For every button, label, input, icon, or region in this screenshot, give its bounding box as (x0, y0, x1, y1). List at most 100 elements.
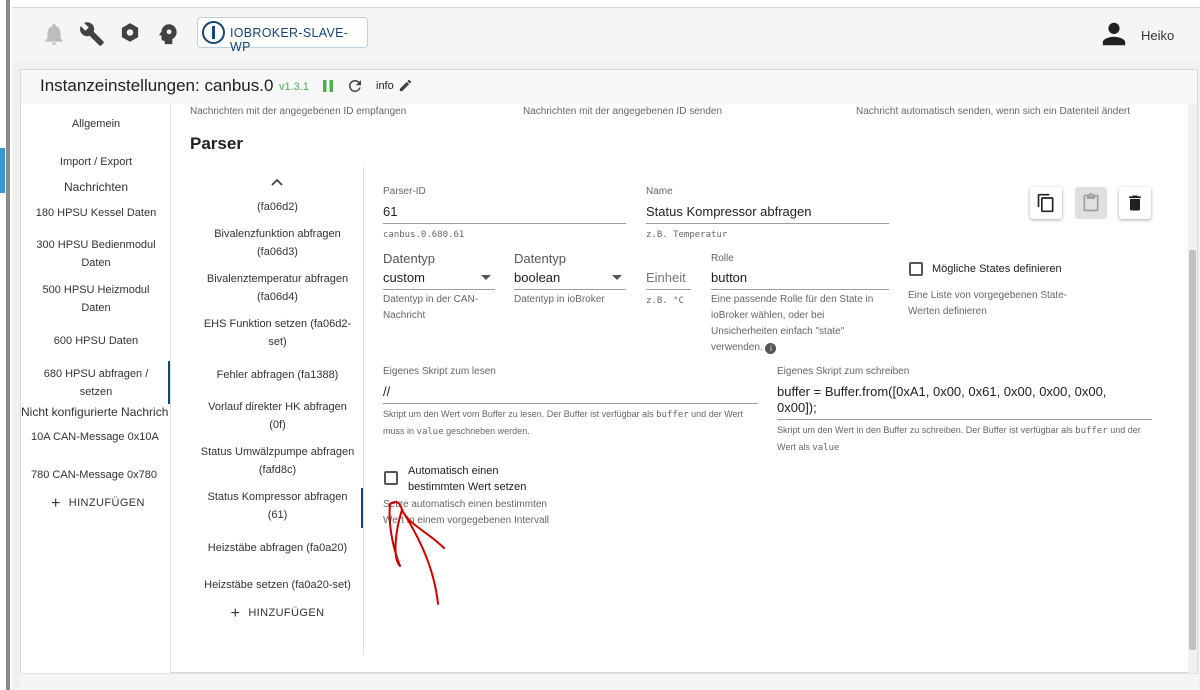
parser-list-item[interactable]: (fa06d2) (190, 198, 365, 216)
read-script-label: Eigenes Skript zum lesen (383, 366, 496, 377)
parser-list-item[interactable]: Status Umwälzpumpe abfragen (fafd8c) (190, 443, 365, 479)
datatype-io-label: Datentyp (514, 251, 567, 266)
header-send-helper: Nachrichten mit der angegebenen ID sende… (523, 106, 723, 117)
info-circle-icon[interactable]: i (765, 343, 777, 354)
annotation-arrow (388, 501, 445, 605)
sidebar-item-680[interactable]: 680 HPSU abfragen / setzen (21, 365, 171, 401)
name-helper: z.B. Temperatur (646, 230, 728, 240)
settings-sidebar: Allgemein Import / Export Nachrichten 18… (21, 104, 171, 673)
instance-button[interactable]: IOBROKER-SLAVE-WP (197, 17, 368, 54)
header-auto-helper: Nachricht automatisch senden, wenn sich … (856, 106, 1131, 117)
unit-input-placeholder[interactable]: Einheit (646, 270, 686, 285)
iobroker-logo-icon (202, 21, 225, 44)
user-name[interactable]: Heiko (1141, 28, 1174, 43)
plus-icon: + (230, 605, 241, 622)
write-script-helper: Skript um den Wert in den Buffer zu schr… (777, 422, 1152, 456)
clipboard-icon (1083, 193, 1099, 212)
sidebar-item-10a[interactable]: 10A CAN-Message 0x10A (21, 428, 171, 446)
parser-list-item[interactable]: Heizstäbe abfragen (fa0a20) (190, 539, 365, 557)
top-edge (0, 0, 1200, 8)
role-label: Rolle (711, 253, 734, 264)
edit-pencil-icon[interactable] (398, 78, 413, 93)
parser-list-item[interactable]: Heizstäbe setzen (fa0a20-set) (190, 576, 365, 594)
sidebar-item-import-export[interactable]: Import / Export (21, 153, 171, 171)
parser-list-item[interactable]: Fehler abfragen (fa1388) (190, 366, 365, 384)
dropdown-arrow-icon[interactable] (481, 275, 491, 281)
write-script-input[interactable]: buffer = Buffer.from([0xA1, 0x00, 0x61, … (777, 384, 1149, 416)
user-icon[interactable] (1100, 20, 1128, 48)
read-script-input[interactable]: // (383, 384, 390, 399)
parser-list-divider (363, 167, 364, 655)
reload-icon[interactable] (346, 77, 364, 95)
datatype-can-select[interactable]: custom (383, 270, 425, 285)
content-scrollbar-thumb[interactable] (1189, 250, 1196, 650)
card-footer (20, 673, 1198, 690)
pause-icon[interactable] (320, 78, 336, 94)
sidebar-item-500[interactable]: 500 HPSU Heizmodul Daten (21, 281, 171, 317)
role-helper-text: Eine passende Rolle für den State in ioB… (711, 294, 874, 353)
states-checkbox[interactable] (909, 262, 923, 276)
role-underline (711, 289, 889, 290)
parser-add-label: HINZUFÜGEN (248, 607, 325, 619)
version-badge: v1.3.1 (279, 81, 309, 93)
parser-id-input[interactable]: 61 (383, 204, 397, 219)
bell-icon[interactable] (41, 21, 67, 47)
sidebar-item-nachrichten[interactable]: Nachrichten (21, 178, 171, 196)
sidebar-item-600[interactable]: 600 HPSU Daten (21, 332, 171, 350)
datatype-io-select[interactable]: boolean (514, 270, 560, 285)
plus-icon: + (51, 495, 61, 512)
sidebar-item-180[interactable]: 180 HPSU Kessel Daten (21, 204, 171, 222)
parser-id-helper: canbus.0.680.61 (383, 230, 465, 240)
parser-list-item[interactable]: Bivalenztemperatur abfragen (fa06d4) (190, 270, 365, 306)
sidebar-add-button[interactable]: + HINZUFÜGEN (51, 494, 171, 513)
parser-list-item[interactable]: Bivalenzfunktion abfragen (fa06d3) (190, 225, 365, 261)
read-helper-part: Skript um den Wert vom Buffer zu lesen. … (383, 409, 654, 419)
page-title: Instanzeinstellungen: canbus.0 (40, 76, 274, 95)
parser-add-button[interactable]: + HINZUFÜGEN (190, 604, 365, 623)
parser-list-item[interactable]: Vorlauf direkter HK abfragen (0f) (190, 398, 365, 434)
parser-list-item[interactable]: EHS Funktion setzen (fa06d2-set) (190, 315, 365, 351)
write-helper-code-buffer: buffer (1075, 426, 1108, 436)
app-toolbar (12, 8, 1200, 61)
states-checkbox-label[interactable]: Mögliche States definieren (932, 263, 1062, 275)
left-edge-marker (0, 148, 5, 193)
info-label[interactable]: info (376, 80, 394, 92)
unit-underline (646, 289, 691, 290)
dropdown-arrow-icon[interactable] (612, 275, 622, 281)
chevron-up-icon[interactable] (269, 175, 285, 189)
sidebar-divider (170, 104, 171, 673)
datatype-can-underline (383, 289, 495, 290)
name-input[interactable]: Status Kompressor abfragen (646, 204, 811, 219)
sidebar-add-label: HINZUFÜGEN (68, 497, 145, 509)
sidebar-item-300[interactable]: 300 HPSU Bedienmodul Daten (21, 236, 171, 272)
delete-button[interactable] (1119, 187, 1151, 219)
left-scroll-edge (6, 0, 10, 690)
copy-icon (1037, 193, 1054, 213)
role-helper: Eine passende Rolle für den State in ioB… (711, 292, 891, 356)
write-helper-code-value: value (812, 443, 840, 453)
trash-icon (1129, 195, 1141, 211)
auto-set-checkbox[interactable] (384, 471, 398, 485)
datatype-can-helper: Datentyp in der CAN-Nachricht (383, 294, 479, 321)
settings-icon[interactable] (117, 21, 143, 47)
states-helper: Eine Liste von vorgegebenen State-Werten… (908, 290, 1067, 317)
datatype-io-helper: Datentyp in ioBroker (514, 294, 605, 305)
read-helper-code-buffer: buffer (656, 410, 689, 420)
sidebar-active-indicator (168, 361, 170, 404)
read-script-helper: Skript um den Wert vom Buffer zu lesen. … (383, 406, 758, 440)
instance-button-label: IOBROKER-SLAVE-WP (230, 26, 349, 54)
unit-helper: z.B. °C (646, 296, 684, 306)
sidebar-item-allgemein[interactable]: Allgemein (21, 115, 171, 133)
parser-list-active-indicator (361, 488, 363, 528)
parser-list-item-active[interactable]: Status Kompressor abfragen (61) (190, 488, 365, 524)
sidebar-item-780[interactable]: 780 CAN-Message 0x780 (21, 466, 171, 484)
paste-button[interactable] (1075, 187, 1107, 219)
datatype-io-underline (514, 289, 626, 290)
sidebar-item-nicht-konfiguriert[interactable]: Nicht konfigurierte Nachrich (21, 403, 171, 421)
role-input[interactable]: button (711, 270, 747, 285)
wrench-icon[interactable] (79, 21, 105, 47)
head-icon[interactable] (155, 21, 181, 47)
copy-button[interactable] (1030, 187, 1062, 219)
read-helper-code-value: value (416, 427, 444, 437)
header-receive-helper: Nachrichten mit der angegebenen ID empfa… (190, 106, 407, 117)
